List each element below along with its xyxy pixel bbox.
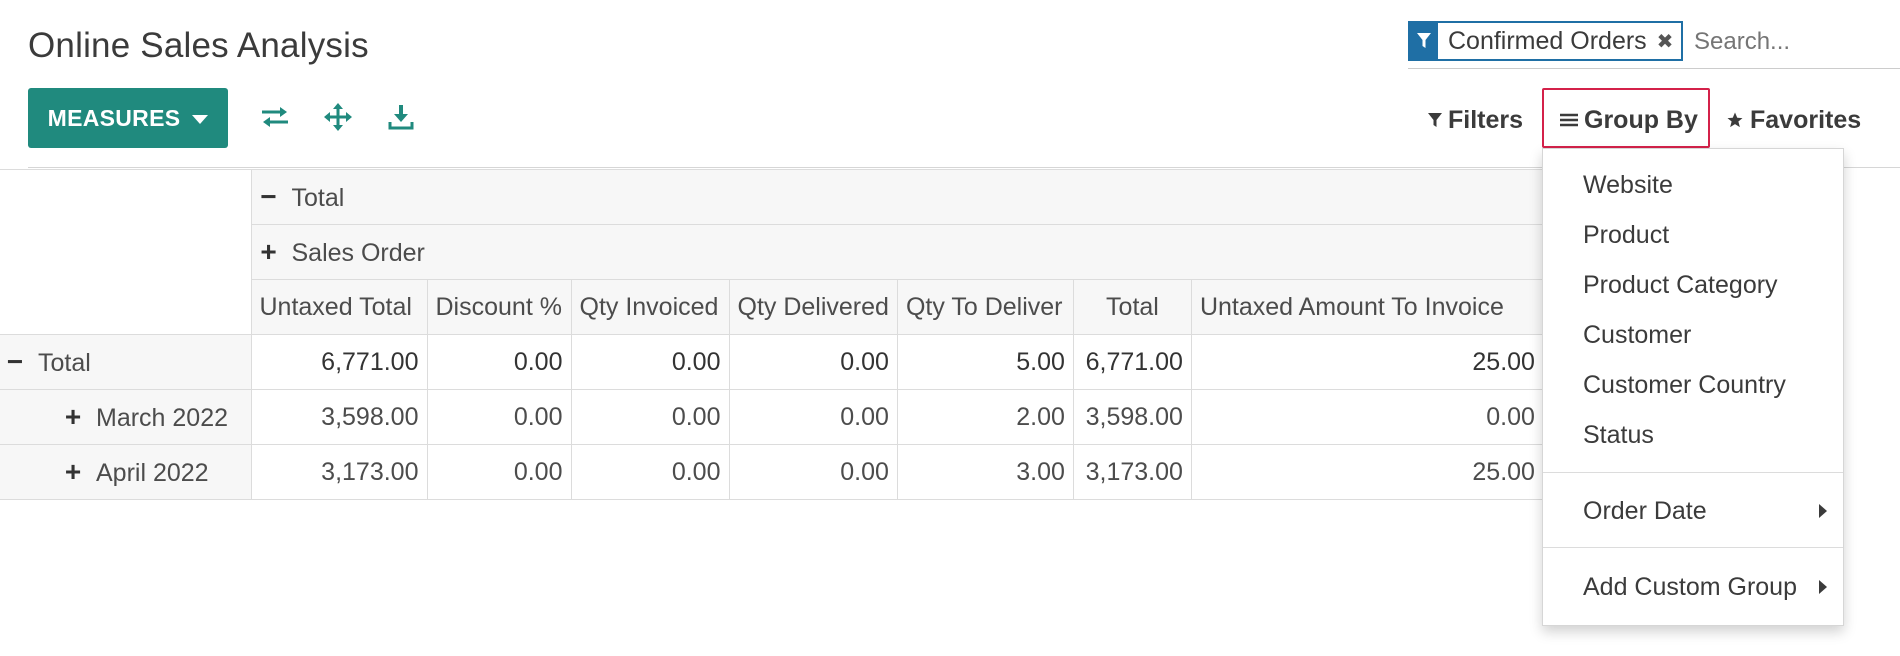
facet-label: Confirmed Orders: [1438, 23, 1657, 59]
cell-value: 25.00: [1190, 334, 1544, 390]
cell-value: 5.00: [896, 334, 1074, 390]
caret-down-icon: [192, 114, 209, 124]
flip-axis-icon[interactable]: [258, 100, 292, 134]
favorites-button[interactable]: Favorites: [1726, 102, 1861, 138]
add-custom-group[interactable]: Add Custom Group: [1583, 569, 1797, 605]
cell-value: 0.00: [570, 389, 730, 445]
cell-value: 0.00: [426, 334, 572, 390]
row-header-total[interactable]: − Total: [0, 334, 252, 390]
measures-button[interactable]: MEASURES: [28, 88, 228, 148]
pivot-corner: [0, 169, 252, 335]
cell-value: 2.00: [896, 389, 1074, 445]
table-row: + April 2022 3,173.00 0.00 0.00 0.00 3.00…: [0, 444, 1579, 500]
cell-value: 0.00: [570, 334, 730, 390]
groupby-option-customer[interactable]: Customer: [1583, 317, 1691, 353]
filters-button[interactable]: Filters: [1428, 102, 1523, 138]
groupby-label: Group By: [1584, 105, 1698, 134]
groupby-option-product[interactable]: Product: [1583, 217, 1669, 253]
collapse-icon: −: [260, 181, 277, 212]
measure-header[interactable]: Total: [1072, 279, 1192, 335]
table-row: − Total 6,771.00 0.00 0.00 0.00 5.00 6,77…: [0, 334, 1579, 390]
cell-value: 3.00: [896, 444, 1074, 500]
cell-value: 0.00: [426, 444, 572, 500]
filter-icon: [1428, 112, 1442, 128]
cell-value: 0.00: [728, 389, 898, 445]
caret-right-icon: [1819, 580, 1827, 594]
facet-remove-icon[interactable]: ✖: [1657, 23, 1682, 59]
groupby-dropdown: Website Product Product Category Custome…: [1542, 148, 1844, 626]
expand-icon: +: [260, 236, 277, 267]
groupby-option-status[interactable]: Status: [1583, 417, 1654, 453]
caret-right-icon: [1819, 504, 1827, 518]
filters-label: Filters: [1448, 105, 1524, 134]
dropdown-divider: [1543, 472, 1843, 473]
cell-value: 25.00: [1190, 444, 1544, 500]
row-header-march[interactable]: + March 2022: [0, 389, 252, 445]
groupby-option-website[interactable]: Website: [1583, 167, 1673, 203]
download-icon[interactable]: [384, 100, 418, 134]
cell-value: 6,771.00: [250, 334, 428, 390]
cell-value: 3,598.00: [1072, 389, 1192, 445]
cell-value: 3,173.00: [250, 444, 428, 500]
measure-header[interactable]: Untaxed Total: [250, 279, 428, 335]
row-header-april[interactable]: + April 2022: [0, 444, 252, 500]
expand-all-icon[interactable]: [321, 100, 355, 134]
groupby-option-customer-country[interactable]: Customer Country: [1583, 367, 1786, 403]
measures-label: MEASURES: [47, 104, 181, 131]
col-header-sales-order[interactable]: + Sales Order: [250, 224, 1579, 280]
groupby-option-order-date[interactable]: Order Date: [1583, 493, 1707, 529]
expand-icon: +: [64, 456, 82, 487]
cell-value: 0.00: [570, 444, 730, 500]
measure-header[interactable]: Untaxed Amount To Invoice: [1190, 279, 1544, 335]
cell-value: 3,173.00: [1072, 444, 1192, 500]
measure-header[interactable]: Qty Delivered: [728, 279, 898, 335]
col-header-total[interactable]: − Total: [250, 169, 1579, 225]
groupby-button[interactable]: Group By: [1560, 102, 1698, 138]
search-input[interactable]: [1694, 22, 1894, 62]
measure-header[interactable]: Qty Invoiced: [570, 279, 730, 335]
expand-icon: +: [64, 401, 82, 432]
dropdown-divider: [1543, 547, 1843, 548]
groupby-option-product-category[interactable]: Product Category: [1583, 267, 1778, 303]
measure-header[interactable]: Discount %: [426, 279, 572, 335]
measure-header[interactable]: Qty To Deliver: [896, 279, 1074, 335]
pivot-table: − Total + Sales Order Untaxed Total Discou…: [0, 169, 1579, 500]
favorites-label: Favorites: [1750, 105, 1862, 134]
cell-value: 3,598.00: [250, 389, 428, 445]
table-row: + March 2022 3,598.00 0.00 0.00 0.00 2.00…: [0, 389, 1579, 445]
bars-icon: [1560, 112, 1578, 128]
cell-value: 6,771.00: [1072, 334, 1192, 390]
collapse-icon: −: [6, 346, 24, 377]
cell-value: 0.00: [426, 389, 572, 445]
cell-value: 0.00: [1190, 389, 1544, 445]
cell-value: 0.00: [728, 444, 898, 500]
cell-value: 0.00: [728, 334, 898, 390]
search-facet: Confirmed Orders ✖: [1408, 21, 1684, 61]
search-underline: [1408, 68, 1900, 69]
page-title: Online Sales Analysis: [28, 26, 369, 65]
star-icon: [1726, 111, 1744, 129]
filter-icon: [1410, 23, 1438, 59]
